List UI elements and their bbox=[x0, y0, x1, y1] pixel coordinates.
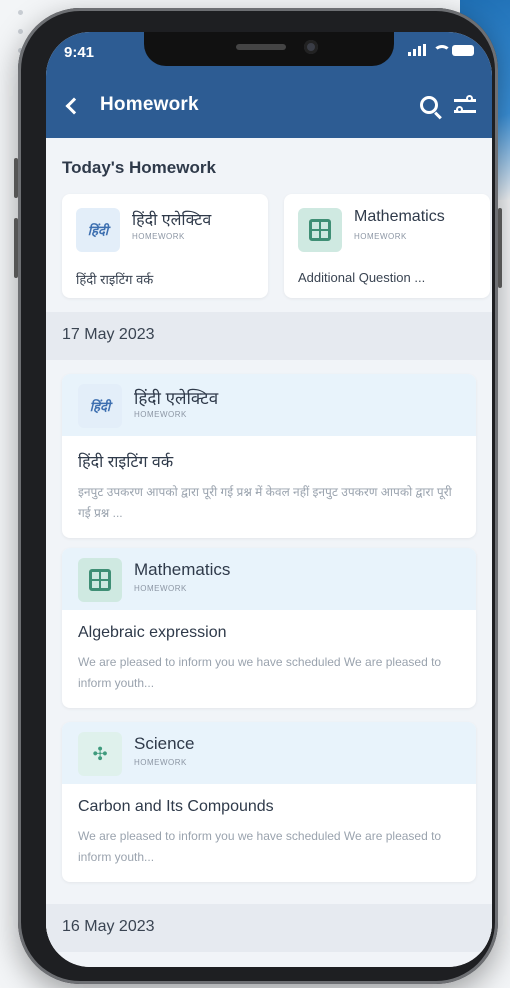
date-header: 17 May 2023 bbox=[46, 312, 492, 360]
date-header: 16 May 2023 bbox=[46, 904, 492, 952]
wifi-icon bbox=[432, 44, 451, 56]
homework-list: Today's Homework हिंदी हिंदी एलेक्टिव HO… bbox=[46, 138, 492, 967]
homework-card-body: Algebraic expression We are pleased to i… bbox=[62, 610, 476, 708]
hindi-icon: हिंदी bbox=[76, 208, 120, 252]
subject-type: HOMEWORK bbox=[134, 758, 187, 767]
homework-card[interactable]: ✣ Science HOMEWORK Carbon and Its Compou… bbox=[62, 722, 476, 882]
date-label: 16 May 2023 bbox=[62, 918, 155, 935]
search-icon[interactable] bbox=[420, 96, 438, 114]
homework-card-body: हिंदी राइटिंग वर्क इनपुट उपकरण आपको द्वा… bbox=[62, 436, 476, 538]
homework-card[interactable]: Mathematics HOMEWORK Algebraic expressio… bbox=[62, 548, 476, 708]
homework-title: Additional Question ... bbox=[298, 270, 426, 285]
subject-name: हिंदी एलेक्टिव bbox=[134, 389, 219, 408]
subject-name: हिंदी एलेक्टिव bbox=[132, 212, 212, 229]
math-icon bbox=[298, 208, 342, 252]
battery-icon bbox=[452, 45, 474, 56]
todays-homework-heading: Today's Homework bbox=[62, 158, 216, 177]
subject-type: HOMEWORK bbox=[354, 232, 407, 241]
back-icon[interactable] bbox=[65, 97, 83, 115]
phone-frame: 9:41 Homework Today's Homework हिंदी हिं… bbox=[14, 8, 502, 984]
today-card[interactable]: Mathematics HOMEWORK Additional Question… bbox=[284, 194, 490, 298]
signal-icon bbox=[408, 44, 426, 56]
camera bbox=[304, 40, 318, 54]
status-time: 9:41 bbox=[64, 44, 95, 61]
speaker bbox=[236, 44, 286, 50]
phone-screen: 9:41 Homework Today's Homework हिंदी हिं… bbox=[46, 32, 492, 967]
phone-side-button bbox=[14, 218, 18, 278]
todays-homework-carousel[interactable]: हिंदी हिंदी एलेक्टिव HOMEWORK हिंदी राइट… bbox=[62, 194, 492, 298]
homework-description: We are pleased to inform you we have sch… bbox=[78, 829, 442, 864]
homework-card-header: हिंदी हिंदी एलेक्टिव HOMEWORK bbox=[62, 374, 476, 436]
phone-notch bbox=[144, 32, 394, 66]
homework-title: हिंदी राइटिंग वर्क bbox=[76, 272, 154, 287]
subject-name: Mathematics bbox=[354, 208, 445, 225]
homework-title: Algebraic expression bbox=[78, 624, 227, 641]
homework-title: हिंदी राइटिंग वर्क bbox=[78, 454, 174, 471]
homework-card-header: ✣ Science HOMEWORK bbox=[62, 722, 476, 784]
subject-name: Science bbox=[134, 734, 195, 753]
subject-type: HOMEWORK bbox=[134, 410, 187, 419]
homework-card[interactable]: हिंदी हिंदी एलेक्टिव HOMEWORK हिंदी राइट… bbox=[62, 374, 476, 538]
date-label: 17 May 2023 bbox=[62, 326, 155, 343]
hindi-icon: हिंदी bbox=[78, 384, 122, 428]
page-title: Homework bbox=[100, 94, 199, 115]
subject-type: HOMEWORK bbox=[134, 584, 187, 593]
math-icon bbox=[78, 558, 122, 602]
subject-name: Mathematics bbox=[134, 560, 231, 579]
homework-description: We are pleased to inform you we have sch… bbox=[78, 655, 442, 690]
homework-title: Carbon and Its Compounds bbox=[78, 798, 274, 815]
filter-icon[interactable] bbox=[454, 95, 476, 117]
phone-side-button bbox=[498, 208, 502, 288]
subject-type: HOMEWORK bbox=[132, 232, 185, 241]
status-icons bbox=[408, 44, 474, 56]
homework-card-body: Carbon and Its Compounds We are pleased … bbox=[62, 784, 476, 882]
homework-description: इनपुट उपकरण आपको द्वारा पूरी गई प्रश्न म… bbox=[78, 485, 452, 520]
phone-side-button bbox=[14, 158, 18, 198]
homework-card-header: Mathematics HOMEWORK bbox=[62, 548, 476, 610]
today-card[interactable]: हिंदी हिंदी एलेक्टिव HOMEWORK हिंदी राइट… bbox=[62, 194, 268, 298]
science-icon: ✣ bbox=[78, 732, 122, 776]
